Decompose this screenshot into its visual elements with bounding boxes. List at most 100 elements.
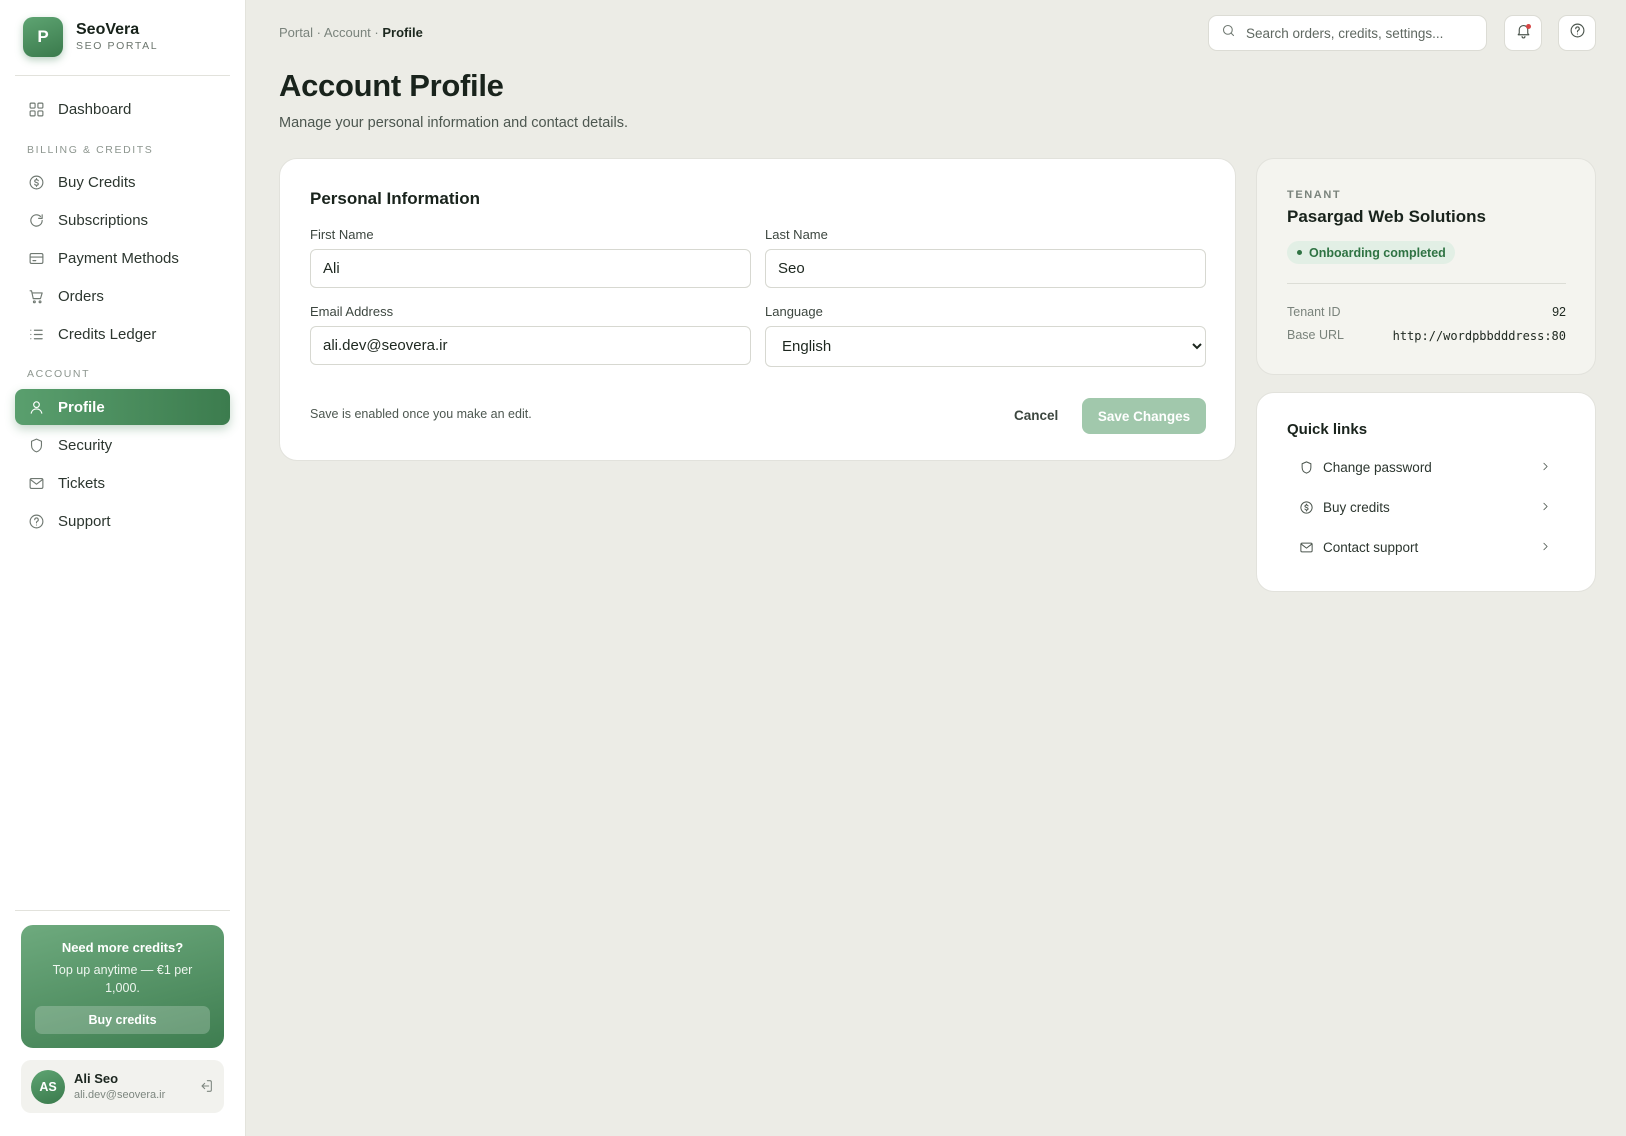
quick-link-change-password[interactable]: Change password bbox=[1287, 451, 1566, 483]
tenant-name: Pasargad Web Solutions bbox=[1287, 207, 1487, 226]
sidebar-item-tickets[interactable]: Tickets bbox=[15, 465, 230, 501]
sidebar: P SeoVera SEO PORTAL Dashboard BILLING &… bbox=[0, 0, 246, 1136]
tenant-card: TENANT Pasargad Web Solutions Onboarding… bbox=[1256, 158, 1596, 375]
grid-icon bbox=[27, 100, 45, 118]
status-badge: Onboarding completed bbox=[1287, 241, 1455, 264]
base-url-value: http://wordpbbdddress:80 bbox=[1392, 329, 1566, 343]
breadcrumb-portal[interactable]: Portal bbox=[279, 25, 313, 40]
logout-icon[interactable] bbox=[198, 1078, 214, 1094]
nav-section-account: ACCOUNT bbox=[27, 368, 91, 380]
sidebar-item-label: Credits Ledger bbox=[58, 325, 157, 343]
brand[interactable]: P SeoVera SEO PORTAL bbox=[23, 17, 158, 57]
sidebar-item-support[interactable]: Support bbox=[15, 503, 230, 539]
chevron-right-icon bbox=[1539, 460, 1552, 473]
email-field bbox=[310, 326, 751, 365]
tenant-id-label: Tenant ID bbox=[1287, 305, 1341, 319]
breadcrumb-separator: · bbox=[370, 25, 383, 40]
language-label: Language bbox=[765, 304, 823, 319]
coin-icon bbox=[27, 173, 45, 191]
tenant-divider bbox=[1287, 283, 1566, 284]
first-name-field bbox=[310, 249, 751, 288]
save-changes-button[interactable]: Save Changes bbox=[1082, 398, 1206, 434]
list-icon bbox=[27, 325, 45, 343]
search-input[interactable] bbox=[1246, 25, 1471, 41]
quick-link-label: Buy credits bbox=[1323, 499, 1390, 515]
base-url-label: Base URL bbox=[1287, 328, 1344, 342]
cart-icon bbox=[27, 287, 45, 305]
tenant-label: TENANT bbox=[1287, 189, 1342, 201]
quick-links-title: Quick links bbox=[1287, 421, 1368, 438]
quick-link-label: Change password bbox=[1323, 459, 1432, 475]
promo-text: Top up anytime — €1 per 1,000. bbox=[52, 963, 193, 995]
promo-buy-credits-button[interactable]: Buy credits bbox=[35, 1006, 210, 1034]
notification-dot bbox=[1526, 24, 1531, 29]
chevron-right-icon bbox=[1539, 540, 1552, 553]
nav-section-billing: BILLING & CREDITS bbox=[27, 144, 154, 156]
brand-logo: P bbox=[23, 17, 63, 57]
sidebar-item-label: Subscriptions bbox=[58, 211, 149, 229]
sidebar-item-label: Dashboard bbox=[58, 100, 132, 118]
user-email: ali.dev@seovera.ir bbox=[74, 1089, 166, 1101]
search-box[interactable] bbox=[1208, 15, 1487, 51]
user-card[interactable]: AS Ali Seo ali.dev@seovera.ir bbox=[21, 1060, 224, 1113]
coin-icon bbox=[1299, 500, 1314, 515]
sidebar-item-buy-credits[interactable]: Buy Credits bbox=[15, 164, 230, 200]
refresh-icon bbox=[27, 211, 45, 229]
status-badge-label: Onboarding completed bbox=[1309, 245, 1446, 260]
sidebar-item-credits-ledger[interactable]: Credits Ledger bbox=[15, 316, 230, 352]
brand-name: SeoVera bbox=[76, 21, 140, 38]
last-name-label: Last Name bbox=[765, 227, 828, 242]
sidebar-item-orders[interactable]: Orders bbox=[15, 278, 230, 314]
sidebar-item-profile[interactable]: Profile bbox=[15, 389, 230, 425]
help-circle-icon bbox=[1569, 22, 1586, 44]
sidebar-item-payment-methods[interactable]: Payment Methods bbox=[15, 240, 230, 276]
sidebar-item-label: Tickets bbox=[58, 474, 105, 492]
language-select[interactable]: English bbox=[778, 337, 1205, 356]
sidebar-item-security[interactable]: Security bbox=[15, 427, 230, 463]
first-name-input[interactable] bbox=[323, 260, 750, 277]
breadcrumb-separator: · bbox=[312, 25, 324, 40]
sidebar-item-label: Buy Credits bbox=[58, 173, 136, 191]
first-name-label: First Name bbox=[310, 227, 374, 242]
quick-links-card: Quick links Change password Buy credits … bbox=[1256, 392, 1596, 592]
search-icon bbox=[1221, 23, 1236, 43]
sidebar-item-label: Profile bbox=[58, 398, 105, 416]
help-button[interactable] bbox=[1558, 15, 1596, 51]
user-name: Ali Seo bbox=[74, 1071, 119, 1086]
breadcrumb-current: Profile bbox=[382, 25, 423, 40]
avatar: AS bbox=[31, 1069, 65, 1104]
save-hint: Save is enabled once you make an edit. bbox=[310, 407, 532, 421]
credit-card-icon bbox=[27, 249, 45, 267]
personal-info-title: Personal Information bbox=[310, 189, 481, 208]
help-circle-icon bbox=[27, 512, 45, 530]
language-field: English bbox=[765, 326, 1206, 367]
quick-link-label: Contact support bbox=[1323, 539, 1419, 555]
breadcrumb: Portal · Account · Profile bbox=[279, 25, 423, 40]
quick-link-buy-credits[interactable]: Buy credits bbox=[1287, 491, 1566, 523]
promo-title: Need more credits? bbox=[61, 940, 184, 955]
mail-icon bbox=[27, 474, 45, 492]
quick-link-contact-support[interactable]: Contact support bbox=[1287, 531, 1566, 563]
last-name-input[interactable] bbox=[778, 260, 1205, 277]
sidebar-item-label: Security bbox=[58, 436, 113, 454]
sidebar-item-subscriptions[interactable]: Subscriptions bbox=[15, 202, 230, 238]
mail-icon bbox=[1299, 540, 1314, 555]
sidebar-item-label: Support bbox=[58, 512, 111, 530]
sidebar-divider bbox=[15, 75, 230, 76]
status-dot bbox=[1297, 250, 1302, 255]
tenant-id-value: 92 bbox=[1552, 305, 1566, 319]
breadcrumb-account[interactable]: Account bbox=[324, 25, 371, 40]
chevron-right-icon bbox=[1539, 500, 1552, 513]
page-subtitle: Manage your personal information and con… bbox=[279, 115, 629, 131]
email-input[interactable] bbox=[323, 337, 750, 354]
shield-icon bbox=[1299, 460, 1314, 475]
sidebar-item-label: Orders bbox=[58, 287, 104, 305]
shield-icon bbox=[27, 436, 45, 454]
promo-card: Need more credits? Top up anytime — €1 p… bbox=[21, 925, 224, 1048]
sidebar-item-label: Payment Methods bbox=[58, 249, 179, 267]
sidebar-item-dashboard[interactable]: Dashboard bbox=[15, 91, 230, 127]
page-title: Account Profile bbox=[279, 68, 504, 103]
sidebar-divider bbox=[15, 910, 230, 911]
cancel-button[interactable]: Cancel bbox=[1014, 408, 1058, 423]
notifications-button[interactable] bbox=[1504, 15, 1542, 51]
